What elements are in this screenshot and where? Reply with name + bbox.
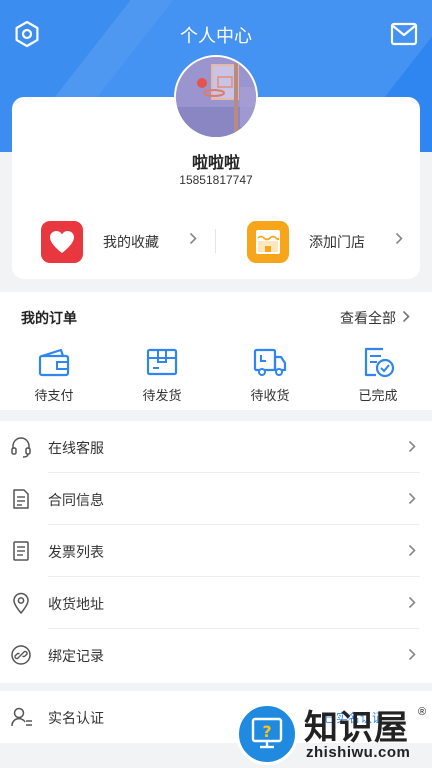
link-icon (10, 644, 32, 666)
menu-item-customer-service[interactable]: 在线客服 (0, 421, 432, 473)
orders-title: 我的订单 (21, 310, 77, 326)
avatar[interactable] (174, 55, 258, 139)
settings-menu: 在线客服 合同信息 发票列表 收货地址 绑定记录 (0, 421, 432, 683)
invoice-icon (10, 540, 32, 562)
chevron-right-icon (408, 492, 416, 510)
order-status-completed[interactable]: 已完成 (338, 344, 418, 404)
package-icon (122, 344, 202, 380)
watermark-logo-icon: ? (236, 703, 298, 765)
page-title: 个人中心 (180, 26, 252, 46)
menu-item-shipping-address[interactable]: 收货地址 (0, 577, 432, 629)
add-store-button[interactable]: 添加门店 (247, 218, 407, 266)
orders-section: 我的订单 查看全部 待支付 待发货 待收货 已完成 (0, 292, 432, 410)
completed-doc-icon (338, 344, 418, 380)
view-all-label: 查看全部 (340, 310, 396, 326)
user-phone: 15851817747 (179, 173, 253, 187)
menu-item-label: 在线客服 (48, 440, 104, 456)
order-status-label: 已完成 (358, 388, 398, 403)
menu-item-label: 发票列表 (48, 544, 104, 560)
watermark-url: zhishiwu.com (306, 744, 411, 761)
contract-icon (10, 488, 32, 510)
wallet-icon (14, 344, 94, 380)
chevron-right-icon (408, 596, 416, 614)
chevron-right-icon (408, 544, 416, 562)
menu-item-binding-records[interactable]: 绑定记录 (0, 629, 432, 681)
location-pin-icon (10, 592, 32, 614)
headset-icon (10, 436, 32, 458)
chevron-right-icon (189, 232, 197, 250)
favorites-label: 我的收藏 (103, 234, 159, 250)
watermark-brand: 知识屋 (304, 708, 409, 748)
chevron-right-icon (408, 648, 416, 666)
order-status-label: 待发货 (142, 388, 182, 403)
order-status-label: 待收货 (250, 388, 290, 403)
mail-icon[interactable] (389, 19, 419, 49)
order-status-pending-payment[interactable]: 待支付 (14, 344, 94, 404)
order-status-to-receive[interactable]: 待收货 (230, 344, 310, 404)
watermark: ? 知识屋 ® zhishiwu.com (232, 700, 432, 768)
menu-item-contract-info[interactable]: 合同信息 (0, 473, 432, 525)
app-header: 个人中心 (0, 14, 432, 54)
view-all-orders-link[interactable]: 查看全部 (340, 308, 410, 328)
svg-text:?: ? (262, 722, 271, 741)
user-name: 啦啦啦 (191, 155, 240, 172)
chevron-right-icon (408, 440, 416, 458)
add-store-label: 添加门店 (309, 234, 365, 250)
quick-divider (215, 229, 216, 253)
delivery-truck-icon (230, 344, 310, 380)
heart-icon (41, 221, 83, 263)
favorites-button[interactable]: 我的收藏 (41, 218, 201, 266)
real-name-label: 实名认证 (48, 710, 104, 726)
order-status-label: 待支付 (34, 388, 74, 403)
order-status-to-ship[interactable]: 待发货 (122, 344, 202, 404)
user-id-icon (10, 706, 34, 733)
chevron-right-icon (402, 310, 410, 326)
menu-item-label: 收货地址 (48, 596, 104, 612)
menu-item-invoice-list[interactable]: 发票列表 (0, 525, 432, 577)
chevron-right-icon (395, 232, 403, 250)
menu-item-label: 合同信息 (48, 492, 104, 508)
menu-item-label: 绑定记录 (48, 648, 104, 664)
watermark-registered-mark: ® (418, 706, 427, 718)
store-icon (247, 221, 289, 263)
